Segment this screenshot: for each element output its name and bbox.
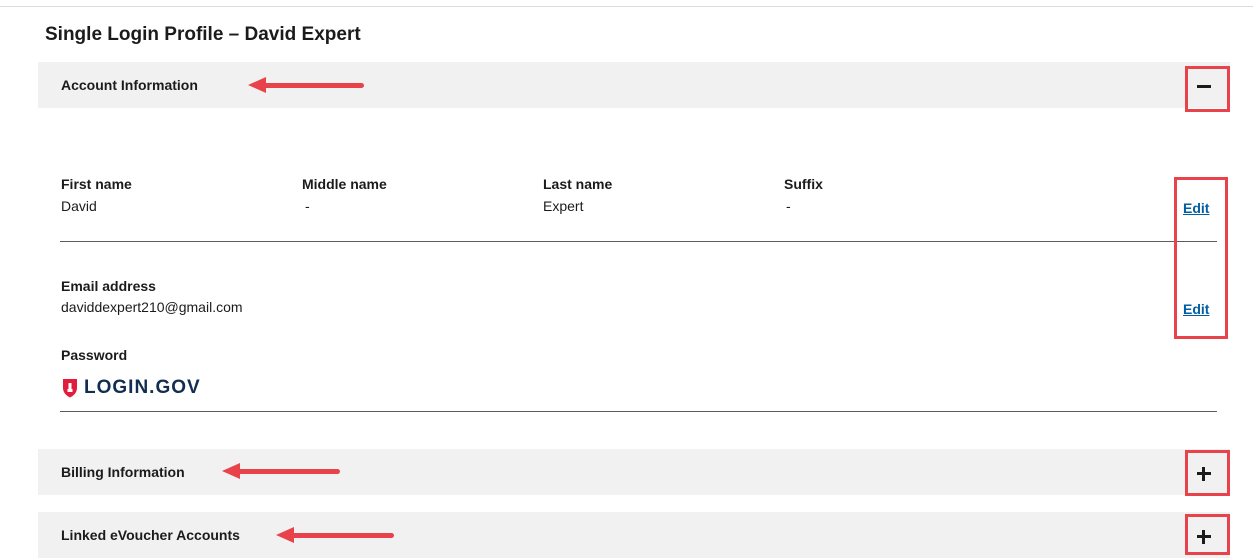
annotation-arrow-billing <box>222 463 340 479</box>
section-billing-information[interactable]: Billing Information <box>38 449 1230 495</box>
section-account-information[interactable]: Account Information <box>38 62 1230 108</box>
section-linked-evoucher-accounts[interactable]: Linked eVoucher Accounts <box>38 512 1230 558</box>
first-name-label: First name <box>61 176 132 192</box>
annotation-arrow-account <box>248 77 364 93</box>
middle-name-label: Middle name <box>302 176 387 192</box>
last-name-value: Expert <box>543 198 584 214</box>
middle-name-value: - <box>305 198 310 214</box>
annotation-arrow-evoucher <box>276 527 394 543</box>
annotation-box-collapse <box>1185 66 1230 112</box>
first-name-value: David <box>61 198 97 214</box>
top-divider <box>0 6 1253 7</box>
annotation-box-expand-billing <box>1185 450 1230 496</box>
annotation-box-edit-links <box>1174 177 1228 339</box>
name-divider <box>60 241 1217 242</box>
section-billing-label: Billing Information <box>61 464 185 480</box>
login-gov-logo[interactable]: LOGIN.GOV <box>62 377 201 399</box>
email-label: Email address <box>61 278 156 294</box>
suffix-label: Suffix <box>784 176 823 192</box>
login-gov-wordmark: LOGIN.GOV <box>84 377 201 398</box>
last-name-label: Last name <box>543 176 613 192</box>
email-value: daviddexpert210@gmail.com <box>61 299 243 315</box>
page-title: Single Login Profile – David Expert <box>45 24 361 45</box>
password-divider <box>60 411 1217 412</box>
section-evoucher-label: Linked eVoucher Accounts <box>61 527 240 543</box>
login-gov-shield-icon <box>63 379 77 398</box>
suffix-value: - <box>786 198 791 214</box>
annotation-box-expand-evoucher <box>1185 514 1230 555</box>
password-label: Password <box>61 347 128 363</box>
section-account-label: Account Information <box>61 77 198 93</box>
